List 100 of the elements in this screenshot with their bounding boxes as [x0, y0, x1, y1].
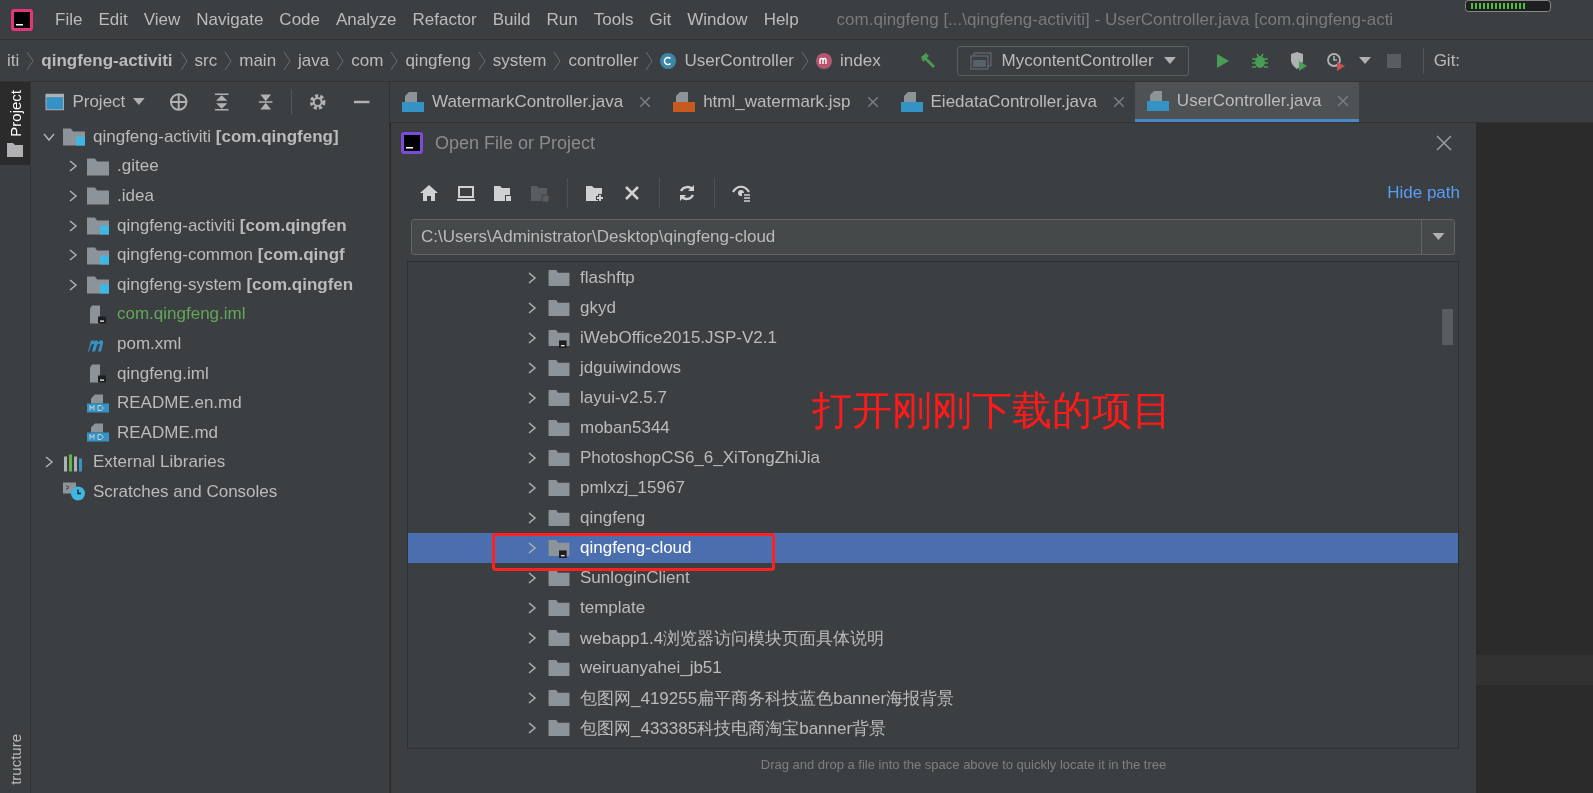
tree-item[interactable]: com.qingfeng.iml [117, 304, 246, 325]
new-folder-icon[interactable] [585, 183, 605, 203]
menu-item[interactable]: Git [641, 9, 680, 30]
tree-item[interactable]: External Libraries [93, 452, 226, 473]
tree-item[interactable]: qingfeng-activiti [com.qingfen [117, 215, 347, 236]
tree-item[interactable]: Scratches and Consoles [93, 481, 278, 502]
file-tree-row[interactable]: SunloginClient [408, 563, 696, 593]
chevron-right-icon[interactable] [526, 362, 538, 374]
file-tree-row[interactable]: template [408, 593, 652, 623]
editor-tab[interactable]: WatermarkController.java [390, 82, 662, 122]
chevron-right-icon[interactable] [526, 452, 538, 464]
file-tree-row[interactable]: PhotoshopCS6_6_XiTongZhiJia [408, 443, 827, 473]
chevron-right-icon[interactable] [526, 482, 538, 494]
file-tree-row[interactable]: layui-v2.5.7 [408, 383, 673, 413]
menu-item[interactable]: Help [755, 9, 807, 30]
dropdown-arrow-icon[interactable] [133, 98, 145, 106]
refresh-icon[interactable] [677, 183, 697, 203]
tree-item[interactable]: qingfeng-common [com.qingf [117, 245, 345, 266]
breadcrumb-item[interactable]: controller [561, 50, 646, 71]
menu-item[interactable]: Refactor [404, 9, 485, 30]
dropdown-arrow-icon[interactable] [1358, 56, 1371, 65]
chevron-right-icon[interactable] [43, 456, 55, 469]
menu-item[interactable]: Tools [585, 9, 642, 30]
profiler-clock-icon[interactable] [1325, 50, 1346, 71]
tool-window-title[interactable]: Project [72, 92, 126, 112]
breadcrumb-item[interactable]: qingfeng-activiti [34, 50, 180, 71]
breadcrumb-item[interactable]: main [232, 50, 284, 71]
menu-item[interactable]: Run [538, 9, 586, 30]
dropdown-arrow-icon[interactable] [1431, 233, 1445, 241]
chevron-right-icon[interactable] [67, 278, 79, 291]
menu-item[interactable]: Navigate [188, 9, 272, 30]
breadcrumb-item[interactable]: system [485, 50, 554, 71]
breadcrumb-item[interactable]: index [833, 50, 888, 71]
chevron-right-icon[interactable] [67, 219, 79, 232]
chevron-right-icon[interactable] [526, 512, 538, 524]
menu-item[interactable]: Edit [90, 9, 136, 30]
side-tab[interactable]: tructure [0, 726, 30, 793]
file-tree-row[interactable]: moban5344 [408, 413, 676, 443]
file-tree-row[interactable]: pmlxzj_15967 [408, 473, 691, 503]
chevron-right-icon[interactable] [526, 422, 538, 434]
menu-item[interactable]: View [135, 9, 189, 30]
tree-item[interactable]: pom.xml [117, 333, 182, 354]
file-tree-row[interactable]: gkyd [408, 293, 622, 323]
chevron-right-icon[interactable] [526, 332, 538, 344]
path-combobox[interactable]: C:\Users\Administrator\Desktop\qingfeng-cloud [411, 219, 1455, 255]
menu-item[interactable]: Build [484, 9, 539, 30]
tree-item[interactable]: README.en.md [117, 393, 242, 414]
file-tree-row[interactable]: weiruanyahei_jb51 [408, 653, 728, 683]
chevron-right-icon[interactable] [526, 572, 538, 584]
breadcrumb-item[interactable]: com [344, 50, 391, 71]
side-tab[interactable]: Project [0, 82, 30, 165]
file-tree-row[interactable]: qingfeng-cloud [408, 533, 1458, 563]
close-icon[interactable] [639, 96, 652, 108]
chevron-right-icon[interactable] [526, 722, 538, 734]
tree-item[interactable]: qingfeng-system [com.qingfen [117, 274, 354, 295]
tree-item[interactable]: qingfeng-activiti [com.qingfeng] [93, 126, 339, 147]
editor-tab[interactable]: html_watermark.jsp [661, 82, 889, 122]
editor-tab[interactable]: EiedataController.java [888, 82, 1135, 122]
home-icon[interactable] [419, 183, 439, 203]
file-tree-row[interactable]: flashftp [408, 263, 641, 293]
breadcrumb-item[interactable]: qingfeng [398, 50, 478, 71]
chevron-right-icon[interactable] [526, 602, 538, 614]
chevron-right-icon[interactable] [526, 392, 538, 404]
file-tree-row[interactable]: webapp1.4浏览器访问模块页面具体说明 [408, 623, 891, 653]
run-configuration-dropdown[interactable]: MycontentController [956, 45, 1189, 76]
chevron-right-icon[interactable] [526, 662, 538, 674]
tree-item[interactable]: README.md [117, 422, 219, 443]
file-tree-row[interactable]: iWebOffice2015.JSP-V2.1 [408, 323, 783, 353]
file-tree-row[interactable]: qingfeng [408, 503, 652, 533]
chevron-right-icon[interactable] [67, 160, 79, 173]
file-tree-row[interactable]: 包图网_419255扁平商务科技蓝色banner海报背景 [408, 683, 961, 713]
crosshair-icon[interactable] [168, 92, 189, 112]
chevron-right-icon[interactable] [67, 249, 79, 262]
tree-item[interactable]: qingfeng.iml [117, 363, 209, 384]
file-tree-row[interactable]: 包图网_433385科技电商淘宝banner背景 [408, 713, 893, 743]
menu-item[interactable]: Code [271, 9, 328, 30]
close-icon[interactable] [1112, 96, 1125, 108]
chevron-right-icon[interactable] [526, 632, 538, 644]
close-icon[interactable] [866, 96, 879, 108]
menu-item[interactable]: Analyze [328, 9, 405, 30]
show-hidden-icon[interactable] [732, 183, 752, 203]
tree-item[interactable]: .gitee [117, 156, 159, 177]
hide-path-link[interactable]: Hide path [1387, 183, 1460, 203]
settings-icon[interactable] [308, 92, 328, 112]
breadcrumb-item[interactable]: src [187, 50, 225, 71]
tree-item[interactable]: .idea [117, 186, 154, 206]
editor-tab[interactable]: UserController.java [1134, 82, 1360, 122]
breadcrumb-item[interactable]: java [291, 50, 337, 71]
menu-item[interactable]: File [47, 9, 91, 30]
scrollbar-thumb[interactable] [1442, 309, 1453, 345]
project-folder-icon[interactable] [493, 183, 513, 203]
desktop-icon[interactable] [456, 183, 476, 203]
chevron-right-icon[interactable] [526, 692, 538, 704]
breadcrumb-item[interactable]: iti [0, 50, 27, 71]
file-tree-row[interactable]: jdguiwindows [408, 353, 688, 383]
chevron-right-icon[interactable] [526, 272, 538, 284]
menu-item[interactable]: Window [679, 9, 756, 30]
close-icon[interactable] [1436, 135, 1452, 151]
breadcrumb-item[interactable]: UserController [677, 50, 801, 71]
chevron-right-icon[interactable] [526, 302, 538, 314]
